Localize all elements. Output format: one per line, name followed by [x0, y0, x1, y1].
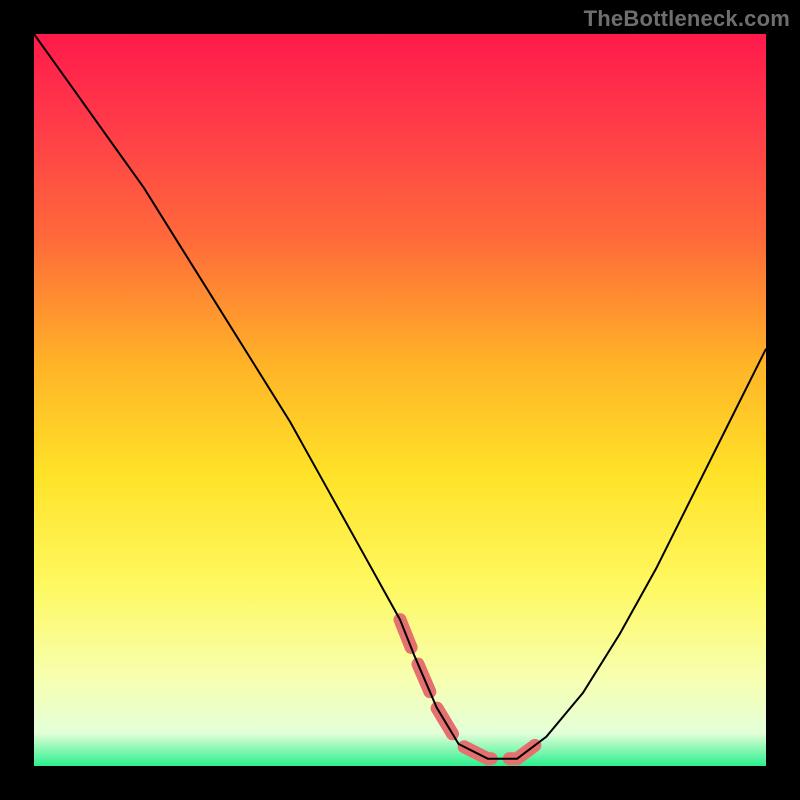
plot-area	[34, 34, 766, 766]
chart-svg	[34, 34, 766, 766]
chart-frame: TheBottleneck.com	[0, 0, 800, 800]
watermark-text: TheBottleneck.com	[584, 6, 790, 32]
gradient-background	[34, 34, 766, 766]
